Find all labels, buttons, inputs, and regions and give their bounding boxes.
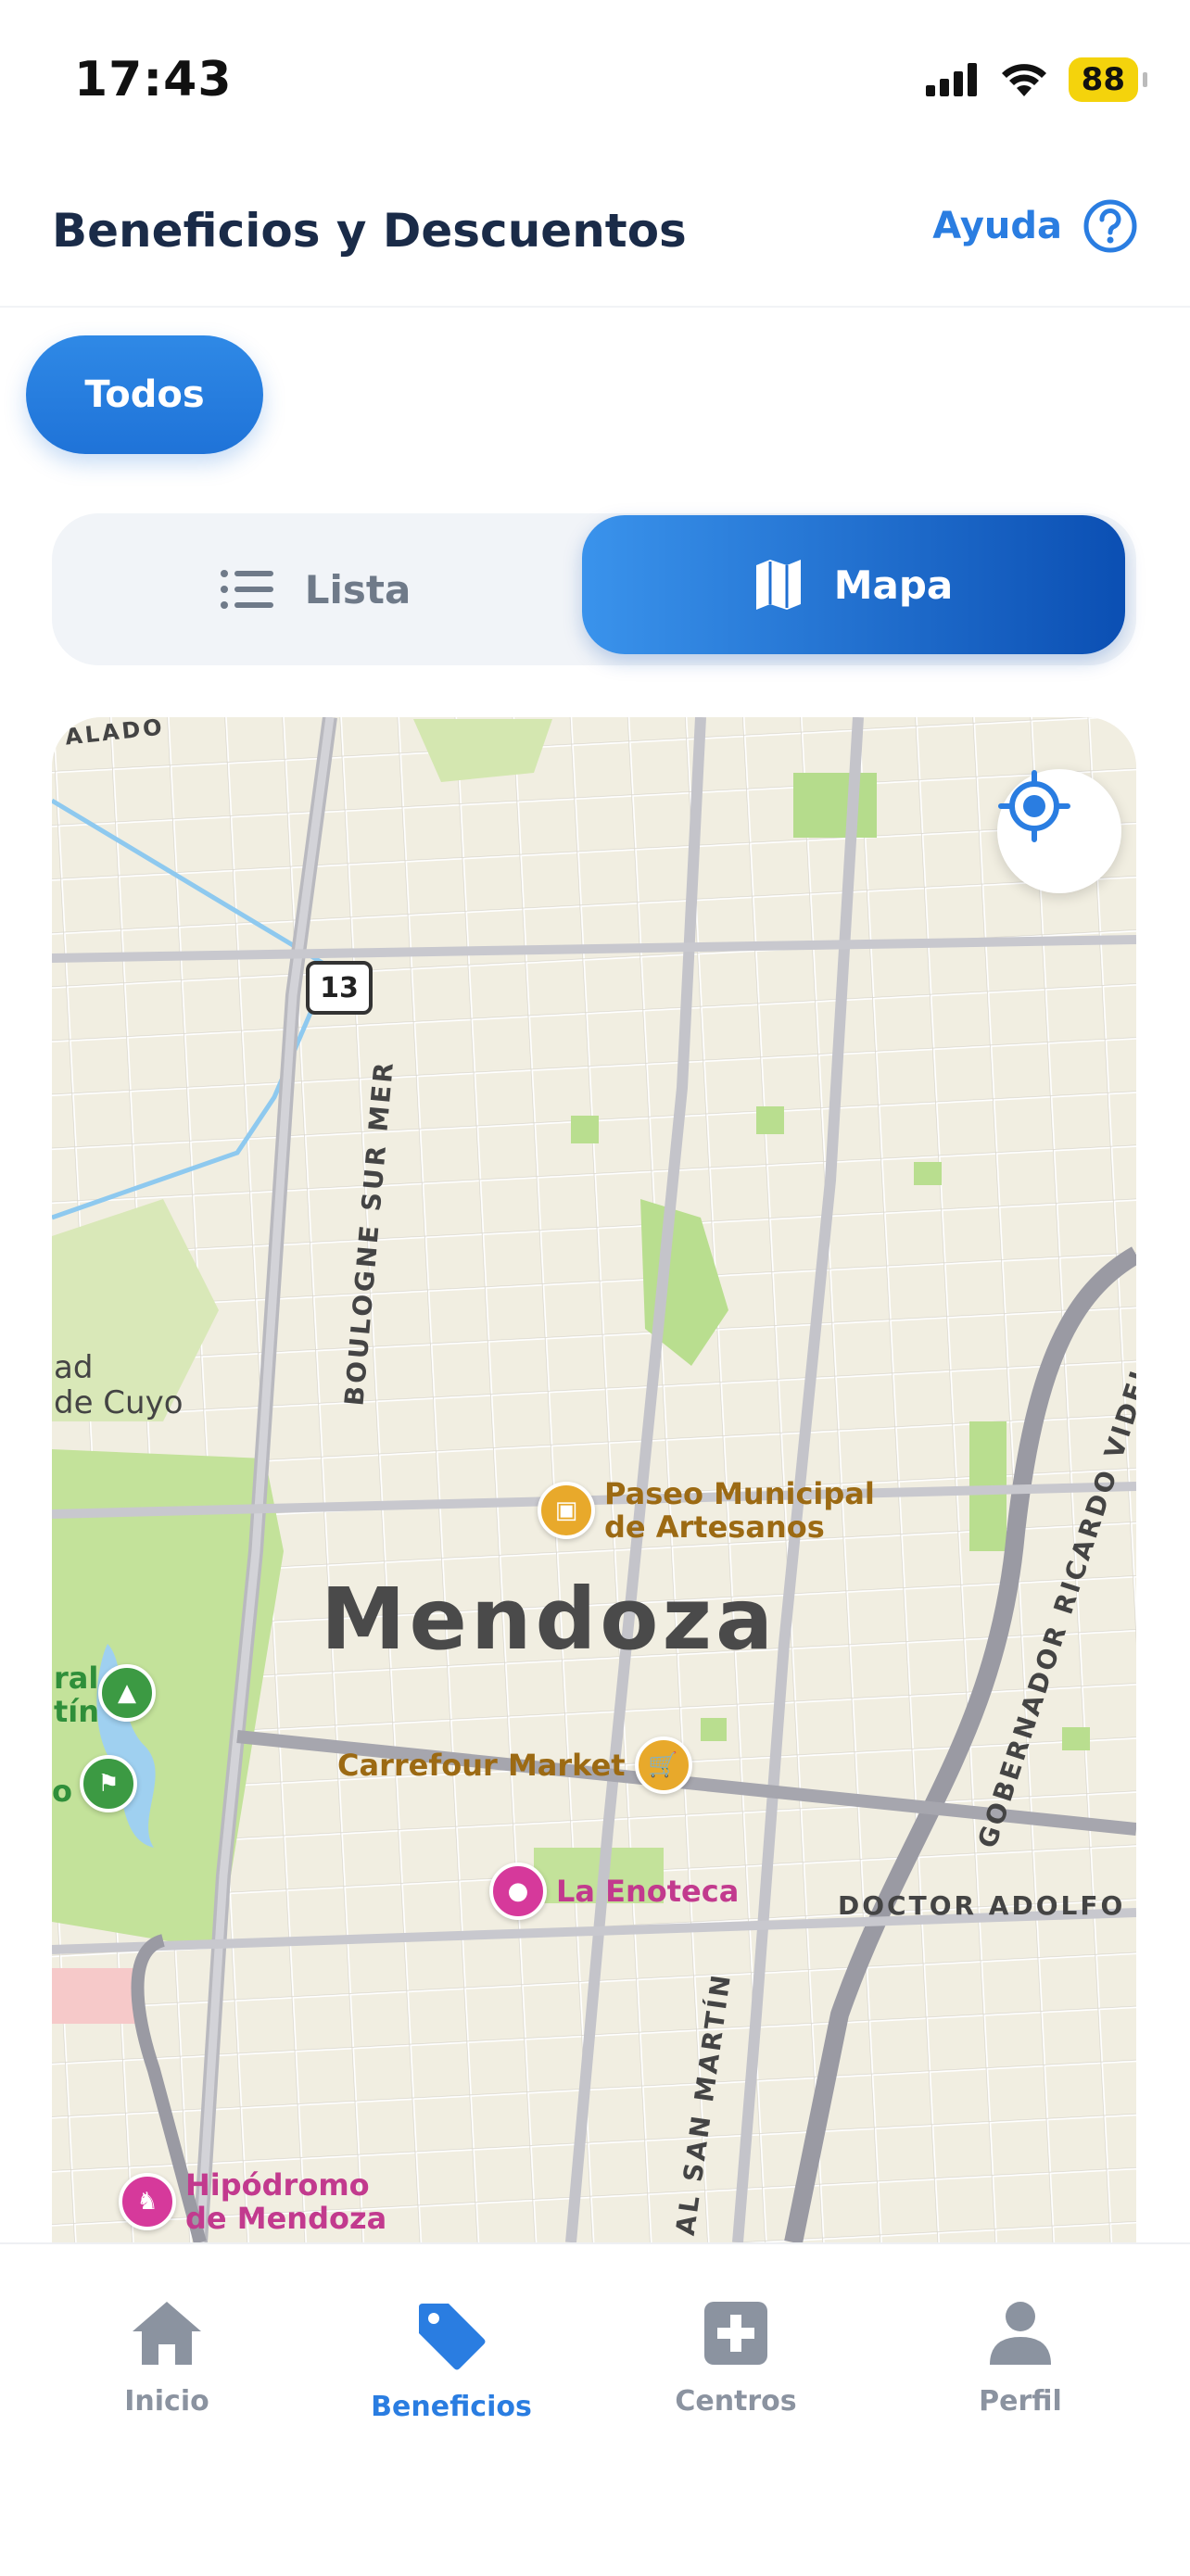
- park-marker-tree[interactable]: ▲: [98, 1664, 156, 1722]
- poi-hipodromo[interactable]: ♞ Hipódromo de Mendoza: [119, 2168, 386, 2235]
- poi-paseo-municipal[interactable]: ▣ Paseo Municipal de Artesanos: [538, 1477, 875, 1544]
- list-view-label: Lista: [304, 566, 411, 612]
- horse-icon: ♞: [119, 2173, 176, 2230]
- poi-hipodromo-line2: de Mendoza: [185, 2201, 387, 2236]
- briefcase-icon: ▣: [538, 1482, 595, 1539]
- nav-label-inicio: Inicio: [124, 2385, 209, 2418]
- partial-label-de-cuyo: de Cuyo: [54, 1384, 184, 1421]
- poi-paseo-line2: de Artesanos: [604, 1509, 825, 1545]
- partial-label-o: o: [52, 1774, 72, 1809]
- map-view[interactable]: 13 BOULOGNE SUR MER GOBERNADOR RICARDO V…: [52, 717, 1136, 2242]
- battery-indicator: 88: [1068, 57, 1148, 102]
- nav-item-beneficios[interactable]: Beneficios: [340, 2300, 563, 2423]
- poi-hipodromo-line1: Hipódromo: [185, 2167, 370, 2203]
- view-toggle: Lista Mapa: [52, 513, 1136, 665]
- nav-item-centros[interactable]: Centros: [625, 2300, 847, 2418]
- city-label-mendoza: Mendoza: [321, 1570, 778, 1669]
- road-label-adolfo: DOCTOR ADOLFO C: [838, 1890, 1136, 1921]
- map-view-button[interactable]: Mapa: [582, 515, 1125, 654]
- partial-label-ral: ral: [54, 1661, 99, 1696]
- map-view-label: Mapa: [833, 562, 954, 608]
- poi-la-enoteca[interactable]: ● La Enoteca: [489, 1863, 739, 1920]
- nav-item-perfil[interactable]: Perfil: [909, 2300, 1132, 2418]
- person-icon: [990, 2302, 1051, 2365]
- map-icon: [755, 560, 801, 610]
- poi-carrefour-market[interactable]: Carrefour Market 🛒: [337, 1736, 692, 1794]
- list-icon: [220, 570, 273, 609]
- filter-chip-todos[interactable]: Todos: [26, 335, 263, 454]
- locate-me-button[interactable]: [997, 769, 1121, 893]
- help-label: Ayuda: [932, 205, 1062, 247]
- nav-item-inicio[interactable]: Inicio: [56, 2300, 278, 2418]
- home-icon: [133, 2302, 201, 2365]
- nav-label-perfil: Perfil: [979, 2385, 1062, 2418]
- nav-label-beneficios: Beneficios: [371, 2391, 532, 2423]
- route-shield-13: 13: [320, 972, 359, 1004]
- poi-la-enoteca-label: La Enoteca: [556, 1874, 740, 1909]
- tree-icon: ▲: [98, 1664, 156, 1722]
- golf-icon: ⚑: [80, 1755, 137, 1812]
- app-header: Beneficios y Descuentos Ayuda: [0, 176, 1190, 308]
- status-icons: 88: [925, 57, 1148, 102]
- filter-chip-row: Todos: [0, 308, 1190, 474]
- list-view-button[interactable]: Lista: [52, 513, 578, 665]
- wifi-icon: [1001, 64, 1046, 96]
- medical-cross-icon: [704, 2302, 767, 2365]
- cart-icon: 🛒: [634, 1736, 692, 1794]
- help-button[interactable]: Ayuda: [932, 198, 1138, 254]
- bottom-nav: Inicio Beneficios Centros Perfil: [0, 2242, 1190, 2576]
- status-time: 17:43: [74, 52, 233, 107]
- signal-icon: [925, 63, 977, 96]
- tag-icon: [419, 2304, 486, 2370]
- help-circle-icon: [1083, 199, 1137, 253]
- status-bar: 17:43 88: [0, 0, 1190, 158]
- poi-paseo-line1: Paseo Municipal: [604, 1476, 875, 1511]
- wine-icon: ●: [489, 1863, 547, 1920]
- park-marker-golf[interactable]: ⚑: [80, 1755, 137, 1812]
- poi-carrefour-label: Carrefour Market: [337, 1748, 626, 1783]
- crosshair-icon: [998, 770, 1070, 842]
- partial-label-ad: ad: [54, 1349, 94, 1386]
- page-title: Beneficios y Descuentos: [52, 204, 687, 258]
- partial-label-tin: tín: [54, 1694, 100, 1729]
- nav-label-centros: Centros: [675, 2385, 797, 2418]
